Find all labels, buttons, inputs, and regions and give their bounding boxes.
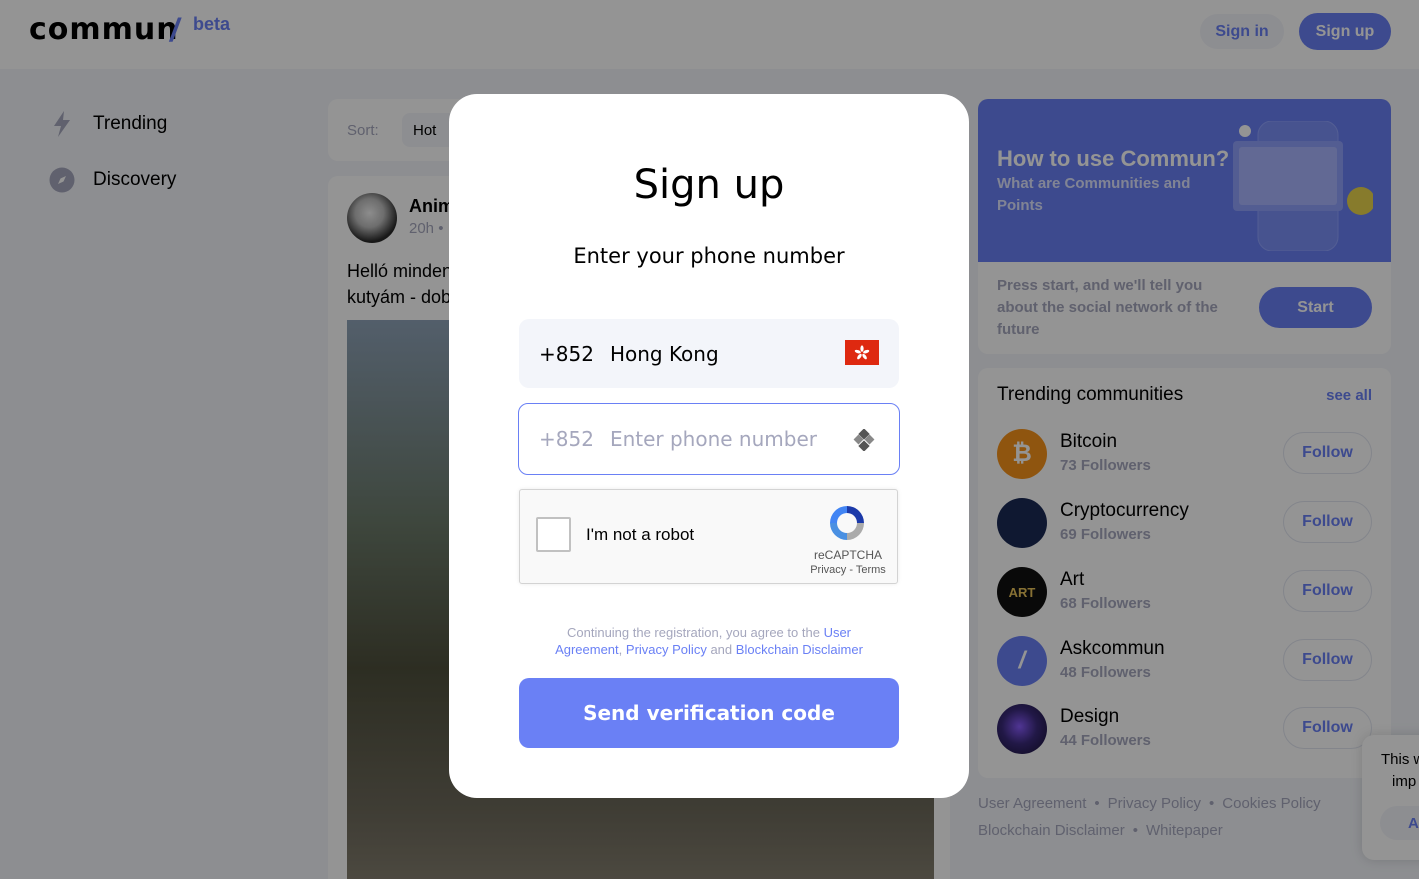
recaptcha-label: I'm not a robot — [586, 525, 695, 544]
modal-title: Sign up — [633, 162, 785, 208]
modal-subtitle: Enter your phone number — [573, 244, 845, 268]
phone-code: +852 — [539, 427, 594, 451]
country-name: Hong Kong — [609, 341, 719, 366]
phone-placeholder: Enter phone number — [609, 427, 817, 451]
terms-text: Continuing the registration, you agree t… — [549, 624, 869, 658]
blockchain-disclaimer-link[interactable]: Blockchain Disclaimer — [736, 642, 863, 657]
phone-input[interactable]: +852 Enter phone number — [518, 403, 900, 475]
terms-comma: , — [618, 642, 623, 657]
autofill-icon[interactable] — [853, 429, 875, 451]
send-verification-button[interactable]: Send verification code — [519, 678, 899, 748]
recaptcha-widget: I'm not a robot reCAPTCHA Privacy - Term… — [519, 489, 898, 584]
country-select[interactable]: +852 Hong Kong — [519, 319, 899, 388]
recaptcha-brand: reCAPTCHA — [813, 548, 882, 562]
privacy-policy-link[interactable]: Privacy Policy — [626, 642, 707, 657]
recaptcha-links[interactable]: Privacy - Terms — [790, 564, 906, 576]
hong-kong-flag-icon — [845, 340, 879, 365]
country-code: +852 — [539, 341, 594, 366]
recaptcha-logo-icon — [830, 506, 864, 540]
signup-modal: Sign up Enter your phone number +852 Hon… — [449, 94, 969, 798]
recaptcha-checkbox[interactable] — [536, 517, 571, 552]
terms-prefix: Continuing the registration, you agree t… — [566, 625, 820, 640]
terms-and: and — [710, 642, 733, 657]
